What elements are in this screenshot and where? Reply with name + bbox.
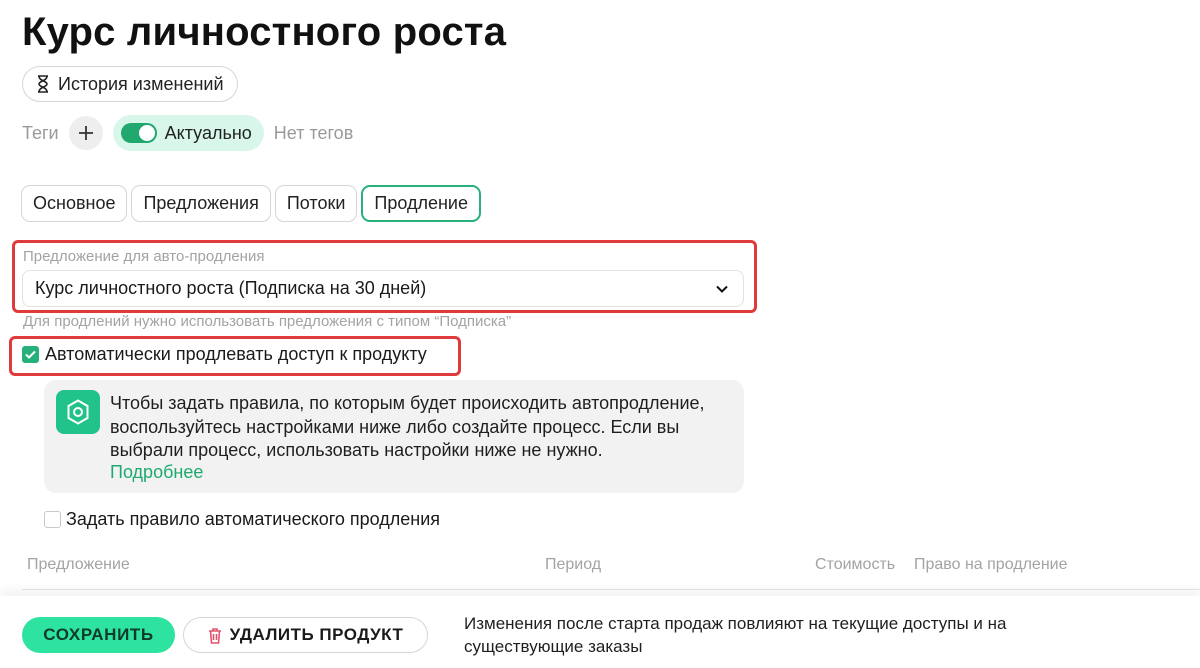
info-text: Чтобы задать правила, по которым будет п… [110,393,705,460]
column-header-period: Период [545,556,602,573]
history-button[interactable]: История изменений [22,66,238,102]
auto-renew-row[interactable]: Автоматически продлевать доступ к продук… [22,344,427,365]
page-title: Курс личностного роста [22,10,507,54]
save-button[interactable]: СОХРАНИТЬ [22,617,175,653]
no-tags-text: Нет тегов [273,122,354,143]
column-header-renewal-right: Право на продление [914,556,1068,573]
table-divider [22,589,1200,590]
offer-hint: Для продлений нужно использовать предлож… [23,313,512,330]
offer-field-label: Предложение для авто-продления [23,248,265,265]
actual-status-label: Актуально [164,122,252,143]
tags-label: Теги [22,122,59,143]
tab-streams[interactable]: Потоки [274,185,358,222]
delete-product-button[interactable]: УДАЛИТЬ ПРОДУКТ [183,617,428,653]
more-link[interactable]: Подробнее [110,462,203,483]
trash-icon [208,627,221,644]
auto-renew-checkbox[interactable] [22,346,39,363]
hexagon-icon [56,390,100,434]
rule-row[interactable]: Задать правило автоматического продления [44,509,440,530]
tags-row: Теги Актуально Нет тегов [22,115,353,151]
rule-checkbox[interactable] [44,511,61,528]
tab-offers[interactable]: Предложения [131,185,271,222]
column-header-cost: Стоимость [815,556,896,573]
tab-main[interactable]: Основное [21,185,128,222]
tab-renewal[interactable]: Продление [361,185,481,222]
hourglass-icon [38,75,48,93]
add-tag-button[interactable] [68,116,103,150]
tabs: Основное Предложения Потоки Продление [21,185,481,222]
rule-label: Задать правило автоматического продления [66,509,441,529]
check-icon [25,350,36,359]
column-header-offer: Предложение [27,556,130,573]
delete-product-label: УДАЛИТЬ ПРОДУКТ [229,625,404,644]
auto-renew-label: Автоматически продлевать доступ к продук… [45,344,427,364]
actual-toggle[interactable] [120,123,157,143]
actual-status-chip[interactable]: Актуально [112,115,264,151]
chevron-down-icon [716,285,728,293]
offer-select-value: Курс личностного роста (Подписка на 30 д… [35,278,427,298]
plus-icon [78,126,93,140]
info-box: Чтобы задать правила, по которым будет п… [44,380,744,493]
footer-note: Изменения после старта продаж повлияют н… [464,614,1007,656]
history-button-label: История изменений [58,73,224,94]
offer-select[interactable]: Курс личностного роста (Подписка на 30 д… [22,270,744,307]
